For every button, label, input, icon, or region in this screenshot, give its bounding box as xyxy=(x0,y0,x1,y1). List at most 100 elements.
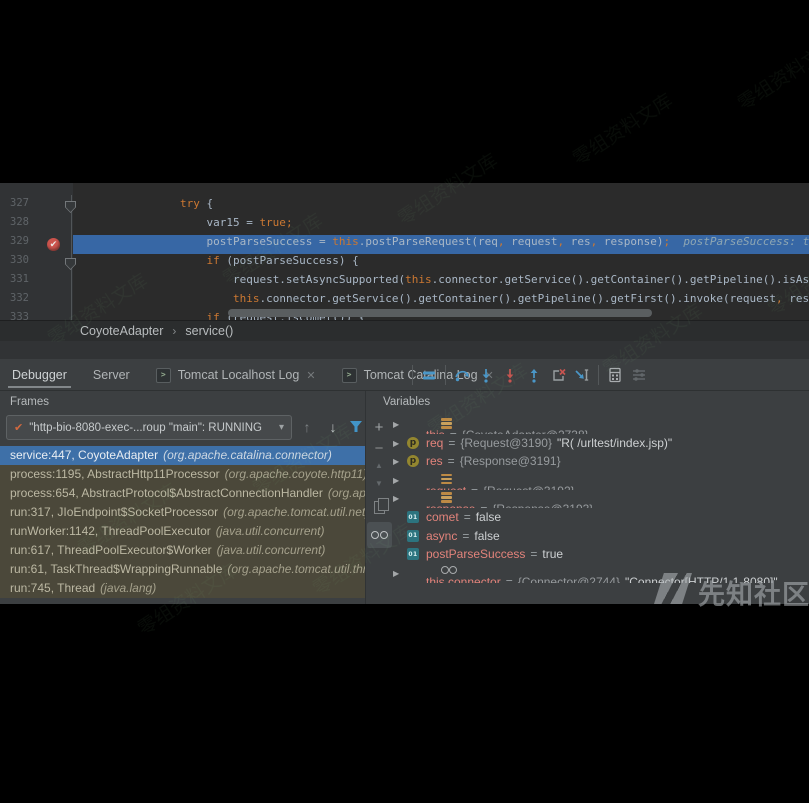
expand-arrow-icon[interactable]: ▶ xyxy=(393,434,399,453)
code-editor[interactable]: { 327 try {328 var15 = true;329✔ postPar… xyxy=(0,183,809,320)
thread-selector[interactable]: ✔ "http-bio-8080-exec-...roup "main": RU… xyxy=(6,415,292,440)
expand-arrow-icon[interactable]: ▶ xyxy=(393,452,399,471)
code-token: this xyxy=(233,292,260,305)
code-token: postParseSuccess = xyxy=(206,235,332,248)
drop-frame-icon[interactable] xyxy=(550,367,566,383)
step-out-icon[interactable] xyxy=(526,367,542,383)
expand-arrow-icon[interactable]: ▶ xyxy=(393,471,399,490)
add-watch-button[interactable]: + xyxy=(371,419,387,436)
code-line[interactable]: postParseSuccess = this.postParseRequest… xyxy=(74,235,809,254)
tab-label: Debugger xyxy=(12,368,67,382)
code-token: true xyxy=(259,216,286,229)
breakpoint-icon[interactable]: ✔ xyxy=(47,238,60,251)
code-token: .postParseRequest( xyxy=(359,235,478,248)
primitive-icon: 01 xyxy=(407,530,419,542)
frame-row[interactable]: run:317, JIoEndpoint$SocketProcessor(org… xyxy=(0,503,365,522)
variable-row[interactable]: ▶this={CoyoteAdapter@2738} xyxy=(392,415,809,434)
frame-row[interactable]: service:447, CoyoteAdapter(org.apache.ca… xyxy=(0,446,365,465)
frame-package: (org.apache.tomcat.util.threads) xyxy=(227,562,365,576)
code-token: , xyxy=(776,292,783,305)
evaluate-expression-icon[interactable] xyxy=(607,367,623,383)
code-token: this xyxy=(332,235,359,248)
field-value-icon xyxy=(441,492,452,503)
frame-row[interactable]: runWorker:1142, ThreadPoolExecutor(java.… xyxy=(0,522,365,541)
show-execution-point-icon[interactable] xyxy=(421,367,437,383)
tab-debugger[interactable]: Debugger xyxy=(10,359,69,391)
toolwindow-divider xyxy=(0,341,809,359)
debugger-panels: Frames ✔ "http-bio-8080-exec-...roup "ma… xyxy=(0,391,809,604)
frame-row[interactable]: process:1195, AbstractHttp11Processor(or… xyxy=(0,465,365,484)
frame-package: (org.apache.coyote) xyxy=(328,486,365,500)
duplicate-watch-button[interactable] xyxy=(374,501,385,514)
code-line[interactable]: var15 = true; xyxy=(74,216,293,235)
tab-tomcat-localhost-log[interactable]: >Tomcat Localhost Log✕ xyxy=(154,359,318,391)
code-line[interactable]: if (postParseSuccess) { xyxy=(74,254,359,273)
variable-row[interactable]: ▶request={Request@3192} xyxy=(392,471,809,490)
variable-reference: {Request@3190} xyxy=(460,436,552,450)
tab-server[interactable]: Server xyxy=(91,359,132,391)
code-token: try xyxy=(180,197,200,210)
frame-row[interactable]: run:61, TaskThread$WrappingRunnable (org.… xyxy=(0,560,365,579)
watermark-text: 先知社区 xyxy=(698,573,809,612)
frame-location: run:61, TaskThread$WrappingRunnable xyxy=(10,562,222,576)
variable-row[interactable]: ▶response={Response@3193} xyxy=(392,489,809,508)
panel-splitter[interactable] xyxy=(365,391,366,604)
hide-frames-filter-button[interactable] xyxy=(349,420,363,433)
expand-arrow-icon[interactable]: ▶ xyxy=(393,489,399,508)
code-token: res xyxy=(564,235,591,248)
variable-value: false xyxy=(476,510,501,524)
frame-location: run:317, JIoEndpoint$SocketProcessor xyxy=(10,505,218,519)
variable-name: res xyxy=(426,454,443,468)
thread-selector-label: "http-bio-8080-exec-...roup "main": RUNN… xyxy=(29,422,275,434)
ide-debugger-screen: { 327 try {328 var15 = true;329✔ postPar… xyxy=(0,0,809,803)
breadcrumb-class[interactable]: CoyoteAdapter xyxy=(80,324,163,338)
code-line[interactable]: try { xyxy=(74,197,213,216)
remove-watch-button[interactable]: − xyxy=(371,440,387,457)
frame-package: (java.util.concurrent) xyxy=(217,543,326,557)
move-watch-down-button[interactable]: ▼ xyxy=(371,479,387,488)
frame-row[interactable]: run:745, Thread(java.lang) xyxy=(0,579,365,598)
bottom-letterbox xyxy=(0,604,809,803)
step-into-icon[interactable] xyxy=(478,367,494,383)
code-token: this xyxy=(405,273,432,286)
equals-sign: = xyxy=(530,547,537,561)
line-number: 327 xyxy=(10,197,29,216)
frame-row[interactable]: run:617, ThreadPoolExecutor$Worker(java.… xyxy=(0,541,365,560)
frame-row[interactable]: process:654, AbstractProtocol$AbstractCo… xyxy=(0,484,365,503)
previous-frame-button[interactable]: ↑ xyxy=(299,417,315,437)
breadcrumb-method[interactable]: service() xyxy=(185,324,233,338)
variable-row[interactable]: 01postParseSuccess=true xyxy=(392,545,809,564)
line-number: 329 xyxy=(10,235,29,254)
code-line[interactable]: request.setAsyncSupported(this.connector… xyxy=(74,273,809,292)
code-token xyxy=(74,292,233,305)
code-token xyxy=(74,235,206,248)
editor-horizontal-scrollbar[interactable] xyxy=(228,309,652,317)
line-number: 332 xyxy=(10,292,29,311)
variables-header: Variables xyxy=(383,396,430,408)
code-token: , xyxy=(498,235,505,248)
expand-arrow-icon[interactable]: ▶ xyxy=(393,564,399,583)
code-token xyxy=(670,235,683,248)
breadcrumb: CoyoteAdapter › service() xyxy=(0,320,809,341)
clipped-code-fragment: { xyxy=(211,183,235,190)
variable-row[interactable]: ▶preq={Request@3190}"R( /urltest/index.j… xyxy=(392,434,809,453)
variable-row[interactable]: ▶pres={Response@3191} xyxy=(392,452,809,471)
variables-list: ▶this={CoyoteAdapter@2738}▶preq={Request… xyxy=(392,415,809,590)
line-number: 330 xyxy=(10,254,29,273)
parameter-icon: p xyxy=(407,455,419,467)
debugger-settings-icon[interactable] xyxy=(631,367,647,383)
frames-header: Frames xyxy=(10,396,49,408)
variable-row[interactable]: 01comet=false xyxy=(392,508,809,527)
next-frame-button[interactable]: ↓ xyxy=(325,417,341,437)
show-watches-toggle[interactable] xyxy=(367,522,392,548)
step-over-icon[interactable] xyxy=(454,367,470,383)
move-watch-up-button[interactable]: ▲ xyxy=(371,461,387,470)
variable-row[interactable]: 01async=false xyxy=(392,527,809,546)
run-to-cursor-icon[interactable] xyxy=(574,367,590,383)
close-tab-icon[interactable]: ✕ xyxy=(306,369,315,382)
equals-sign: = xyxy=(506,575,513,583)
code-token: .connector.getService().getContainer().g… xyxy=(432,273,809,286)
frame-location: process:654, AbstractProtocol$AbstractCo… xyxy=(10,486,323,500)
force-step-into-icon[interactable] xyxy=(502,367,518,383)
expand-arrow-icon[interactable]: ▶ xyxy=(393,415,399,434)
